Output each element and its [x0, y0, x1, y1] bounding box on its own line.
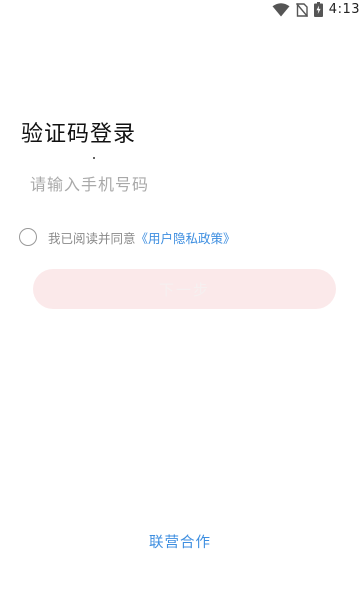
page-title: 验证码登录: [21, 122, 137, 147]
phone-number-input[interactable]: [30, 168, 330, 200]
agreement-text: 我已阅读并同意: [48, 230, 136, 246]
status-icons: 4:13: [272, 1, 360, 17]
agreement-checkbox[interactable]: [19, 228, 37, 246]
agreement-row: 我已阅读并同意 《用户隐私政策》: [19, 227, 236, 247]
battery-charging-icon: [313, 1, 323, 17]
decorative-dot: [93, 157, 95, 159]
no-sim-icon: [295, 2, 308, 17]
partnership-link[interactable]: 联营合作: [0, 531, 360, 552]
status-time: 4:13: [328, 1, 360, 17]
wifi-icon: [272, 2, 290, 17]
privacy-policy-link[interactable]: 《用户隐私政策》: [136, 228, 236, 247]
status-bar: 4:13: [0, 0, 360, 18]
next-step-button[interactable]: 下一步: [33, 269, 336, 309]
